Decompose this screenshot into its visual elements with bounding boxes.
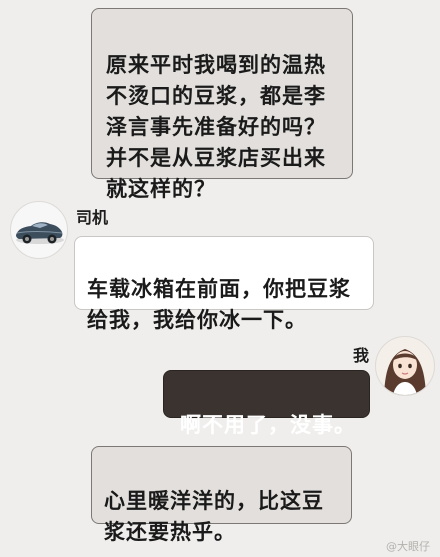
narration-bubble-1: 原来平时我喝到的温热 不烫口的豆浆，都是李 泽言事先准备好的吗？ 并不是从豆浆店…: [91, 8, 353, 201]
girl-avatar-icon[interactable]: [375, 336, 435, 396]
driver-message-text: 车载冰箱在前面，你把豆浆 给我，我给你冰一下。: [87, 277, 351, 332]
watermark: @大眼仔: [386, 540, 430, 553]
my-message-text: 啊不用了，没事。: [180, 413, 356, 437]
my-message-bubble: 啊不用了，没事。: [163, 370, 370, 437]
driver-name: 司机: [76, 208, 109, 227]
narration-text-1: 原来平时我喝到的温热 不烫口的豆浆，都是李 泽言事先准备好的吗？ 并不是从豆浆店…: [106, 53, 326, 201]
driver-message-bubble: 车载冰箱在前面，你把豆浆 给我，我给你冰一下。: [74, 236, 374, 332]
narration-bubble-2: 心里暖洋洋的，比这豆 浆还要热乎。: [91, 446, 352, 544]
my-name: 我: [353, 346, 370, 365]
driver-avatar-icon[interactable]: [10, 201, 68, 259]
narration-text-2: 心里暖洋洋的，比这豆 浆还要热乎。: [104, 489, 324, 544]
